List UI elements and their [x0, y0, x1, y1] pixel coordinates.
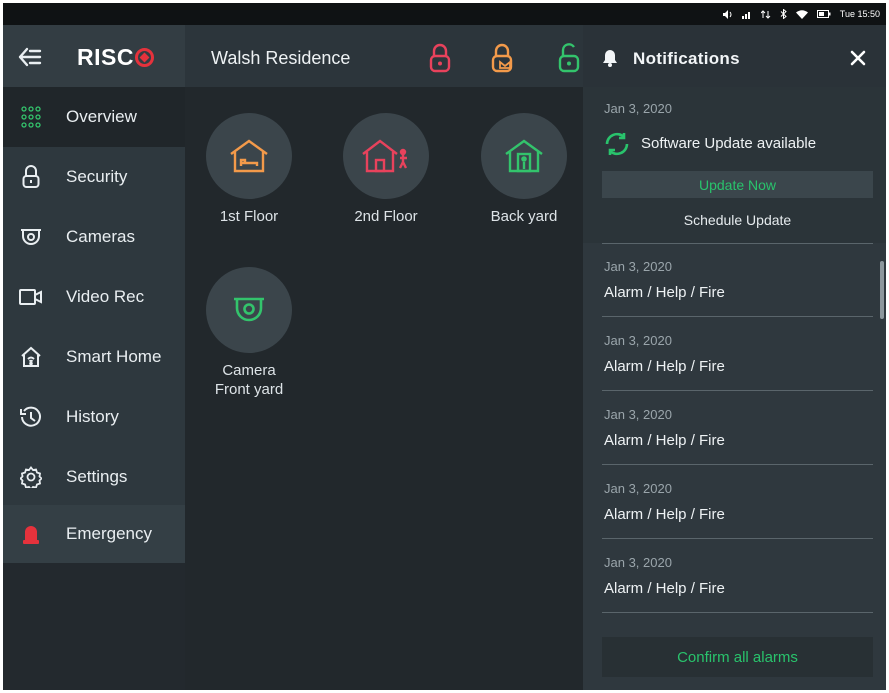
notification-title: Alarm / Help / Fire [604, 284, 725, 301]
sidebar-item-overview[interactable]: Overview [3, 87, 185, 147]
tile-circle [343, 113, 429, 199]
sidebar-item-settings[interactable]: Settings [3, 447, 185, 507]
tile-camera-front-yard[interactable]: Camera Front yard [189, 267, 309, 399]
notification-title: Alarm / Help / Fire [604, 358, 725, 375]
battery-icon [816, 10, 831, 18]
notification-date: Jan 3, 2020 [604, 555, 672, 570]
sidebar-item-label: History [66, 407, 119, 426]
sidebar-item-video-rec[interactable]: Video Rec [3, 267, 185, 327]
scrollbar-thumb[interactable] [880, 261, 884, 319]
sidebar-item-label: Overview [66, 107, 137, 126]
risco-logo: RISC [77, 44, 154, 71]
sidebar-item-label: Settings [66, 467, 128, 486]
siren-icon [19, 522, 43, 546]
tile-label: 1st Floor [219, 208, 279, 225]
update-now-button[interactable]: Update Now [602, 171, 873, 198]
disarm-lock-icon[interactable] [558, 43, 580, 73]
notification-date: Jan 3, 2020 [604, 407, 672, 422]
status-time: Tue 15:50 [839, 9, 880, 19]
house-bed-icon [230, 139, 268, 173]
tile-circle [206, 267, 292, 353]
notification-title: Alarm / Help / Fire [604, 432, 725, 449]
alarm-notification[interactable]: Jan 3, 2020 Alarm / Help / Fire [583, 545, 886, 619]
tile-2nd-floor[interactable]: 2nd Floor [326, 113, 446, 226]
sidebar-item-label: Emergency [66, 524, 152, 543]
tile-circle [481, 113, 567, 199]
sidebar-item-cameras[interactable]: Cameras [3, 207, 185, 267]
wifi-icon [795, 9, 808, 19]
tile-back-yard[interactable]: Back yard [464, 113, 584, 226]
grid-icon [19, 105, 43, 129]
tile-label: 2nd Floor [354, 208, 418, 225]
notification-date: Jan 3, 2020 [604, 481, 672, 496]
notifications-header: Notifications [583, 25, 886, 87]
signal-icon [741, 10, 752, 19]
divider [602, 612, 873, 613]
notification-date: Jan 3, 2020 [604, 333, 672, 348]
tile-label: Camera Front yard [214, 362, 284, 398]
divider [602, 538, 873, 539]
data-icon [760, 9, 771, 19]
alarm-notification[interactable]: Jan 3, 2020 Alarm / Help / Fire [583, 471, 886, 545]
logo-text: RISC [77, 44, 134, 70]
gear-icon [19, 465, 43, 489]
logo-mark-icon [134, 48, 154, 67]
bluetooth-icon [780, 9, 787, 19]
house-person-icon [505, 139, 543, 173]
sidebar-item-security[interactable]: Security [3, 147, 185, 207]
sidebar-item-label: Security [66, 167, 128, 186]
tile-1st-floor[interactable]: 1st Floor [189, 113, 309, 226]
house-intruder-icon [362, 139, 408, 173]
site-name: Walsh Residence [211, 48, 351, 68]
divider [602, 316, 873, 317]
divider [602, 464, 873, 465]
sidebar-item-label: Video Rec [66, 287, 145, 306]
camera-icon [19, 225, 43, 249]
alarm-notification[interactable]: Jan 3, 2020 Alarm / Help / Fire [583, 249, 886, 323]
divider [602, 243, 873, 244]
notification-date: Jan 3, 2020 [604, 259, 672, 274]
notification-title: Alarm / Help / Fire [604, 580, 725, 597]
tile-label: Back yard [490, 208, 558, 225]
close-icon[interactable] [847, 47, 869, 69]
sync-icon [604, 132, 630, 161]
video-icon [19, 285, 43, 309]
back-arrow-icon[interactable] [17, 45, 43, 69]
alarm-notification[interactable]: Jan 3, 2020 Alarm / Help / Fire [583, 397, 886, 471]
alarm-notification[interactable]: Jan 3, 2020 Alarm / Help / Fire [583, 323, 886, 397]
volume-icon [722, 9, 733, 19]
smart-home-icon [19, 345, 43, 369]
sidebar: Overview Security Cameras Video Rec Smar… [3, 87, 185, 563]
app-window: Tue 15:50 RISC Walsh Residence Overview [3, 3, 886, 690]
notification-title: Alarm / Help / Fire [604, 506, 725, 523]
sidebar-item-label: Cameras [66, 227, 135, 246]
arm-lock-icon[interactable] [429, 43, 451, 73]
notifications-title: Notifications [633, 49, 740, 68]
overview-main: 1st Floor 2nd Floor Back yard Camera Fro… [185, 87, 583, 690]
partial-arm-lock-icon[interactable] [491, 43, 513, 73]
notification-date: Jan 3, 2020 [604, 101, 672, 116]
notifications-panel: Notifications Jan 3, 2020 Software Updat… [583, 25, 886, 690]
sidebar-item-smart-home[interactable]: Smart Home [3, 327, 185, 387]
schedule-update-button[interactable]: Schedule Update [602, 208, 873, 232]
status-bar: Tue 15:50 [3, 3, 886, 25]
software-update-title: Software Update available [641, 135, 817, 152]
bell-icon [602, 49, 618, 72]
sidebar-item-emergency[interactable]: Emergency [3, 505, 185, 563]
lock-icon [19, 165, 43, 189]
header: Walsh Residence [185, 25, 583, 87]
camera-icon [234, 297, 264, 322]
divider [602, 390, 873, 391]
sidebar-item-history[interactable]: History [3, 387, 185, 447]
confirm-all-alarms-button[interactable]: Confirm all alarms [602, 637, 873, 677]
logo-bar: RISC [3, 25, 185, 87]
tile-circle [206, 113, 292, 199]
sidebar-item-label: Smart Home [66, 347, 162, 366]
history-icon [19, 405, 43, 429]
